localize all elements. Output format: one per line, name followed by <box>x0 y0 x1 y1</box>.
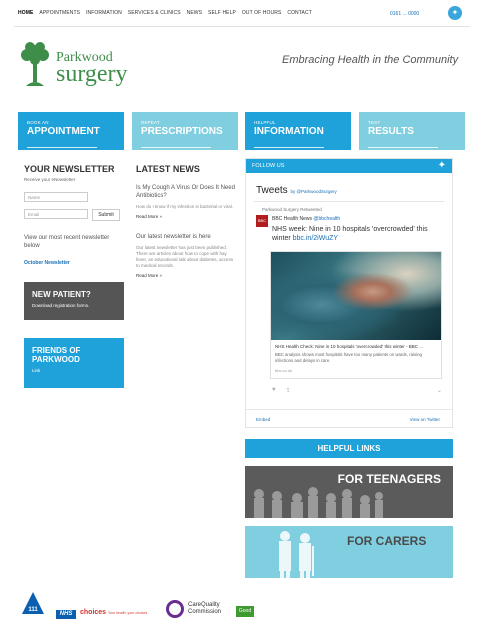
site-logo[interactable]: Parkwood surgery <box>18 40 128 92</box>
read-more-link[interactable]: Read More » <box>136 214 236 219</box>
for-carers-banner[interactable]: FOR CARERS <box>245 526 453 578</box>
repeat-prescriptions-tile[interactable]: REPEAT PRESCRIPTIONS <box>132 112 238 150</box>
friends-link[interactable]: Link <box>32 368 116 373</box>
nav-out-of-hours[interactable]: OUT OF HOURS <box>242 10 281 16</box>
nav-home[interactable]: HOME <box>18 10 33 16</box>
view-on-twitter-link[interactable]: View on Twitter <box>410 417 440 422</box>
name-field[interactable]: Name <box>24 192 88 202</box>
divider <box>254 201 444 202</box>
friends-title: FRIENDS OF PARKWOOD <box>32 346 81 364</box>
like-icon[interactable]: ♥ <box>272 387 276 394</box>
choices-text: choices <box>80 609 107 616</box>
tweets-header: Tweets by @ParkwoodSurgery <box>256 185 337 196</box>
nav-information[interactable]: INFORMATION <box>86 10 122 16</box>
tile-underline <box>368 147 438 148</box>
news-item-desc: How do I know if my infection is bacteri… <box>136 204 234 209</box>
helpful-information-tile[interactable]: HELPFUL INFORMATION <box>245 112 351 150</box>
for-carers-label: FOR CARERS <box>347 534 427 548</box>
cqc-text: CareQuality Commission <box>188 602 222 615</box>
latest-news-section: LATEST NEWS Is My Cough A Virus Or Does … <box>136 164 236 278</box>
follow-us-bar[interactable]: FOLLOW US ✦ <box>246 159 452 173</box>
twitter-widget: FOLLOW US ✦ Tweets by @ParkwoodSurgery P… <box>245 158 453 428</box>
tile-underline <box>141 147 211 148</box>
tile-title: PRESCRIPTIONS <box>141 126 223 137</box>
tile-small-label: HELPFUL <box>254 120 276 125</box>
nhs-111-text: 111 <box>28 607 38 613</box>
follow-us-label: FOLLOW US <box>252 163 285 169</box>
nhs-111-logo[interactable]: 111 <box>22 592 44 616</box>
nav-divider <box>14 26 470 27</box>
newsletter-section: YOUR NEWSLETTER Receive your eNewsletter… <box>24 164 124 266</box>
tree-logo-icon <box>21 42 49 86</box>
new-patient-title: NEW PATIENT? <box>32 290 91 299</box>
twitter-icon[interactable]: ✦ <box>448 6 462 20</box>
tile-small-label: BOOK AN <box>27 120 49 125</box>
news-item-title[interactable]: Our latest newsletter is here <box>136 233 236 241</box>
test-results-tile[interactable]: TEST RESULTS <box>359 112 465 150</box>
share-icon[interactable]: ⇪ <box>286 387 291 394</box>
submit-button[interactable]: Submit <box>92 209 120 221</box>
tile-title: APPOINTMENT <box>27 126 100 137</box>
top-nav: HOME APPOINTMENTS INFORMATION SERVICES &… <box>0 0 484 30</box>
tile-title: RESULTS <box>368 126 414 137</box>
choices-sub: Your health, your choices <box>108 611 148 615</box>
email-field[interactable]: Email <box>24 209 88 219</box>
more-icon[interactable]: ⌄ <box>437 387 442 394</box>
author-handle: @bbchealth <box>313 216 341 222</box>
cqc-logo-icon[interactable] <box>166 600 184 618</box>
newsletter-view-text: View our most recent newsletter below <box>24 235 110 249</box>
nav-news[interactable]: NEWS <box>187 10 202 16</box>
tile-title: INFORMATION <box>254 126 324 137</box>
tweets-title: Tweets <box>256 185 288 196</box>
embed-link[interactable]: Embed <box>256 417 270 422</box>
news-item-title[interactable]: Is My Cough A Virus Or Does It Need Anti… <box>136 184 236 200</box>
card-domain: bbc.co.uk <box>275 368 293 373</box>
card-title: NHS Health Check: Nine in 10 hospitals '… <box>275 344 424 349</box>
newsletter-subtitle: Receive your eNewsletter <box>24 177 76 182</box>
retweeted-label: Parkwood Surgery Retweeted <box>262 207 322 212</box>
for-teenagers-label: FOR TEENAGERS <box>337 472 441 486</box>
tweet-link[interactable]: bbc.in/2iWuZY <box>293 235 338 242</box>
nav-contact[interactable]: CONTACT <box>287 10 312 16</box>
helpful-links-header: HELPFUL LINKS <box>245 439 453 458</box>
twitter-bird-icon: ✦ <box>437 160 446 171</box>
tweet-author[interactable]: BBC Health News @bbchealth <box>272 216 340 222</box>
nhs-choices-logo[interactable]: choices Your health, your choices <box>80 609 147 616</box>
tile-underline <box>254 147 324 148</box>
read-more-link[interactable]: Read More » <box>136 273 236 278</box>
surgery-photo <box>271 252 441 340</box>
author-name: BBC Health News <box>272 216 313 222</box>
tweet-text: NHS week: Nine in 10 hospitals 'overcrow… <box>272 225 442 243</box>
card-desc: BBC analysis shows most hospitals have t… <box>275 352 422 363</box>
nav-self-help[interactable]: SELF HELP <box>208 10 236 16</box>
october-newsletter-link[interactable]: October Newsletter <box>24 260 70 266</box>
nav-links: HOME APPOINTMENTS INFORMATION SERVICES &… <box>18 10 312 16</box>
phone-number: 0161 ... 0000 <box>390 11 420 17</box>
nhs-logo[interactable]: NHS <box>56 610 76 619</box>
tile-small-label: REPEAT <box>141 120 160 125</box>
tile-small-label: TEST <box>368 120 381 125</box>
tweets-by[interactable]: by @ParkwoodSurgery <box>290 189 336 194</box>
widget-footer: Embed View on Twitter <box>246 409 452 427</box>
nav-appointments[interactable]: APPOINTMENTS <box>39 10 80 16</box>
new-patient-box[interactable]: NEW PATIENT? Download registration forms… <box>24 282 124 320</box>
tile-underline <box>27 147 97 148</box>
newsletter-title: YOUR NEWSLETTER <box>24 164 115 174</box>
logo-word-surgery: surgery <box>56 61 128 87</box>
friends-of-parkwood-box[interactable]: FRIENDS OF PARKWOOD Link <box>24 338 124 388</box>
avatar[interactable]: BBC <box>256 215 268 227</box>
tagline: Embracing Health in the Community <box>282 54 459 66</box>
news-title: LATEST NEWS <box>136 164 200 174</box>
nav-services[interactable]: SERVICES & CLINICS <box>128 10 181 16</box>
new-patient-sub: Download registration forms. <box>32 303 90 308</box>
tweet-actions: ♥ ⇪ <box>272 387 291 394</box>
news-item-desc: Our latest newsletter has just been publ… <box>136 245 234 268</box>
book-appointment-tile[interactable]: BOOK AN APPOINTMENT <box>18 112 124 150</box>
cqc-rating-badge: Good <box>236 606 254 617</box>
tweet-card[interactable]: NHS Health Check: Nine in 10 hospitals '… <box>270 251 442 379</box>
for-teenagers-banner[interactable]: FOR TEENAGERS <box>245 466 453 518</box>
